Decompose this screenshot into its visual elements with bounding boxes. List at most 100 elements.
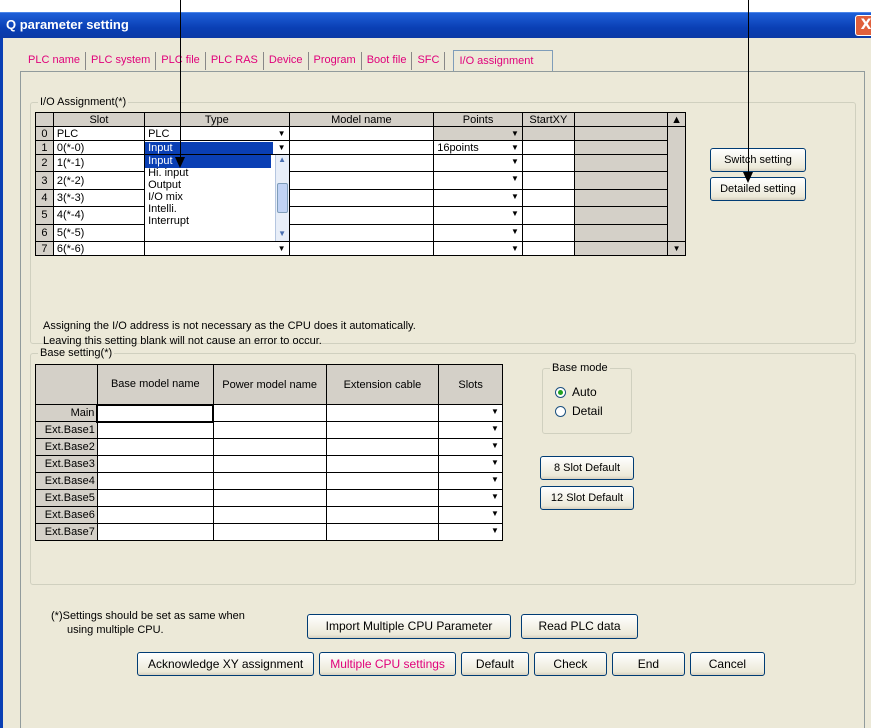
12-slot-default-button[interactable]: 12 Slot Default [540,486,634,510]
chevron-down-icon[interactable]: ▼ [509,173,521,185]
slots-select[interactable]: ▼ [438,506,503,524]
chevron-down-icon[interactable]: ▼ [489,474,501,486]
chevron-down-icon[interactable]: ▼ [489,423,501,435]
tab-program[interactable]: Program [309,52,362,70]
detailed-setting-button[interactable]: Detailed setting [710,177,806,201]
extension-cable-input[interactable] [325,472,440,490]
io-points-select[interactable]: ▼ [433,188,523,208]
extension-cable-input[interactable] [325,404,440,422]
switch-setting-button[interactable]: Switch setting [710,148,806,172]
io-model-input[interactable] [288,241,435,256]
dropdown-scroll-thumb[interactable] [276,183,288,213]
dropdown-scrollbar[interactable]: ▲ ▼ [274,155,289,241]
tab-plc-name[interactable]: PLC name [23,52,86,70]
io-points-select[interactable]: ▼ [433,171,523,190]
extension-cable-input[interactable] [325,506,440,524]
io-scrollbar[interactable] [667,126,686,242]
chevron-down-icon[interactable]: ▼ [276,128,288,140]
check-button[interactable]: Check [533,652,607,676]
slots-select[interactable]: ▼ [438,421,503,439]
io-startxy-input[interactable] [521,206,575,225]
extension-cable-input[interactable] [325,455,440,473]
default-button[interactable]: Default [460,652,529,676]
power-model-input[interactable] [212,489,327,507]
power-model-input[interactable] [212,523,327,541]
io-points-select[interactable]: ▼ [433,153,523,173]
io-scroll-up[interactable]: ▲ [667,112,686,127]
detail-radio[interactable] [555,406,566,417]
power-model-input[interactable] [212,438,327,456]
io-points-select[interactable]: 16points ▼ [433,140,523,155]
base-model-input[interactable] [96,455,214,473]
dropdown-option[interactable]: Interrupt [145,216,289,228]
base-model-input[interactable] [96,523,214,541]
base-model-input[interactable] [96,472,214,490]
power-model-input[interactable] [212,472,327,490]
base-model-input[interactable] [96,506,214,524]
io-model-input[interactable] [288,188,435,208]
slots-select[interactable]: ▼ [438,455,503,473]
io-startxy-input[interactable] [521,171,575,190]
tab-device[interactable]: Device [264,52,309,70]
base-model-input[interactable] [96,421,214,439]
extension-cable-input[interactable] [325,421,440,439]
base-model-input[interactable] [96,403,215,423]
io-points-select[interactable]: ▼ [433,206,523,225]
io-startxy-input[interactable] [521,140,575,155]
import-multiple-cpu-button[interactable]: Import Multiple CPU Parameter [307,614,511,639]
chevron-down-icon[interactable]: ▼ [509,156,521,168]
io-type-select[interactable]: Input ▼ [144,140,290,155]
acknowledge-xy-button[interactable]: Acknowledge XY assignment [137,652,315,676]
tab-sfc[interactable]: SFC [412,52,446,70]
chevron-down-icon[interactable]: ▼ [276,229,289,241]
slots-select[interactable]: ▼ [438,523,503,541]
chevron-down-icon[interactable]: ▼ [489,508,501,520]
8-slot-default-button[interactable]: 8 Slot Default [540,456,634,480]
chevron-down-icon[interactable]: ▼ [276,243,288,255]
power-model-input[interactable] [212,421,327,439]
io-model-input[interactable] [288,126,435,141]
io-startxy-input[interactable] [521,241,575,256]
tab-plc-file[interactable]: PLC file [156,52,206,70]
io-startxy-input[interactable] [521,188,575,208]
base-model-input[interactable] [96,438,214,456]
chevron-down-icon[interactable]: ▼ [489,406,501,418]
slots-select[interactable]: ▼ [438,472,503,490]
extension-cable-input[interactable] [325,438,440,456]
auto-radio[interactable] [555,387,566,398]
close-button[interactable]: X [855,15,871,36]
chevron-down-icon[interactable]: ▼ [489,440,501,452]
power-model-input[interactable] [212,506,327,524]
io-model-input[interactable] [288,171,435,190]
chevron-down-icon[interactable]: ▼ [276,142,288,154]
multiple-cpu-settings-button[interactable]: Multiple CPU settings [319,652,456,676]
io-scroll-down[interactable]: ▼ [667,241,686,256]
chevron-down-icon[interactable]: ▼ [489,457,501,469]
io-points-select[interactable]: ▼ [433,126,523,141]
chevron-up-icon[interactable]: ▲ [276,155,289,167]
io-startxy-input[interactable] [521,153,575,173]
slots-select[interactable]: ▼ [438,438,503,456]
io-model-input[interactable] [288,223,435,243]
io-type-select[interactable]: ▼ [144,241,290,256]
tab-boot-file[interactable]: Boot file [362,52,413,70]
power-model-input[interactable] [212,404,327,422]
io-points-select[interactable]: ▼ [433,241,523,256]
chevron-down-icon[interactable]: ▼ [509,191,521,203]
chevron-down-icon[interactable]: ▼ [489,525,501,537]
chevron-down-icon[interactable]: ▼ [509,142,521,154]
tab-plc-system[interactable]: PLC system [86,52,157,70]
tab-plc-ras[interactable]: PLC RAS [206,52,264,70]
chevron-down-icon[interactable]: ▼ [489,491,501,503]
io-startxy-input[interactable] [521,223,575,243]
slots-select[interactable]: ▼ [438,404,503,422]
io-model-input[interactable] [288,153,435,173]
chevron-down-icon[interactable]: ▼ [509,243,521,255]
power-model-input[interactable] [212,455,327,473]
chevron-down-icon[interactable]: ▼ [509,128,521,140]
type-dropdown-list[interactable]: Input Hi. input Output I/O mix Intelli. … [144,154,290,242]
read-plc-data-button[interactable]: Read PLC data [521,614,638,639]
end-button[interactable]: End [611,652,685,676]
io-model-input[interactable] [288,140,435,155]
base-model-input[interactable] [96,489,214,507]
